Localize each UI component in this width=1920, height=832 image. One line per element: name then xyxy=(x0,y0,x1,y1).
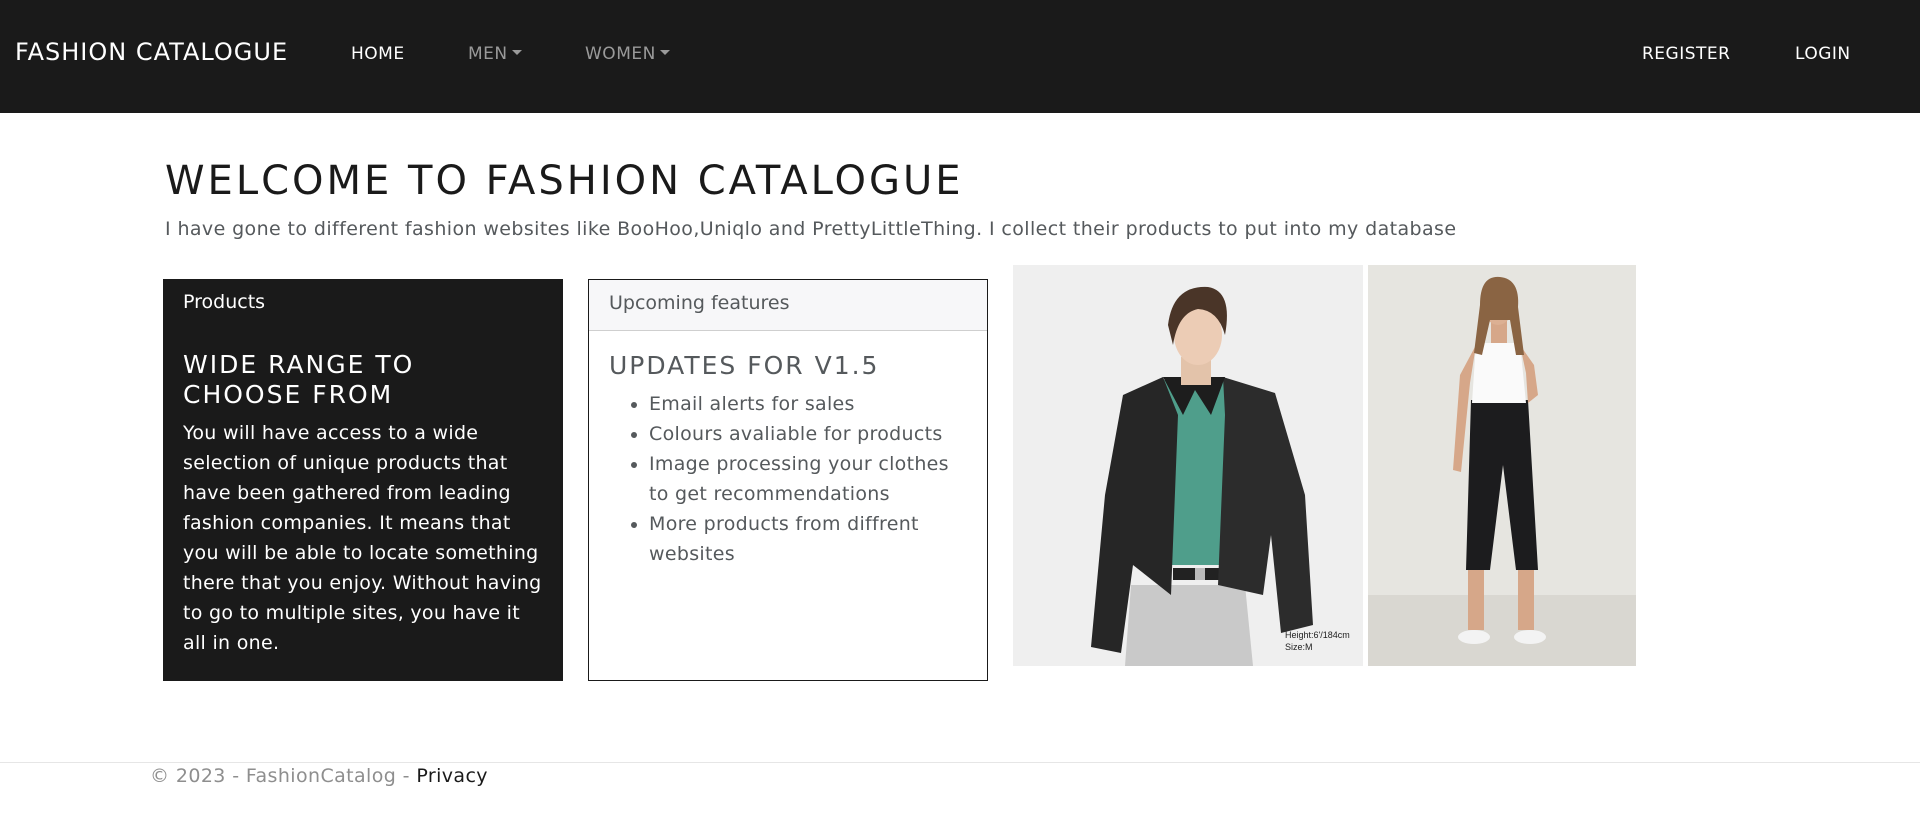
lead-text: I have gone to different fashion website… xyxy=(165,218,1457,240)
top-navbar: FASHION CATALOGUE HOME MEN WOMEN REGISTE… xyxy=(0,0,1920,113)
nav-register-link[interactable]: REGISTER xyxy=(1642,44,1730,64)
men-model-illustration: Height:6'/184cm Size:M xyxy=(1013,265,1363,666)
footer: © 2023 - FashionCatalog - Privacy xyxy=(150,765,488,787)
features-card-header: Upcoming features xyxy=(589,280,987,331)
features-list: Email alerts for sales Colours avaliable… xyxy=(609,389,967,569)
products-card-header: Products xyxy=(183,291,266,313)
nav-home-link[interactable]: HOME xyxy=(351,44,405,64)
products-card-body: WIDE RANGE TO CHOOSE FROM You will have … xyxy=(163,330,563,658)
features-card-title: UPDATES FOR V1.5 xyxy=(609,351,880,380)
chevron-down-icon xyxy=(511,50,522,55)
page-title: WELCOME TO FASHION CATALOGUE xyxy=(165,158,964,204)
nav-login-link[interactable]: LOGIN xyxy=(1795,44,1851,64)
brand-link[interactable]: FASHION CATALOGUE xyxy=(15,38,288,66)
nav-women-dropdown[interactable]: WOMEN xyxy=(585,44,670,64)
women-model-illustration xyxy=(1368,265,1636,666)
list-item: Colours avaliable for products xyxy=(649,419,967,449)
privacy-link[interactable]: Privacy xyxy=(416,765,488,787)
women-product-image xyxy=(1368,265,1636,666)
features-card: Upcoming features UPDATES FOR V1.5 Email… xyxy=(588,279,988,681)
products-card-title: WIDE RANGE TO CHOOSE FROM xyxy=(183,350,415,409)
list-item: Email alerts for sales xyxy=(649,389,967,419)
men-image-caption-size: Size:M xyxy=(1285,642,1313,652)
footer-divider xyxy=(0,762,1920,763)
men-image-caption-height: Height:6'/184cm xyxy=(1285,630,1350,640)
men-product-image: Height:6'/184cm Size:M xyxy=(1013,265,1363,666)
products-card-text: You will have access to a wide selection… xyxy=(183,422,542,654)
nav-women-label: WOMEN xyxy=(585,44,656,64)
nav-men-label: MEN xyxy=(468,44,508,64)
nav-men-dropdown[interactable]: MEN xyxy=(468,44,522,64)
chevron-down-icon xyxy=(659,50,670,55)
list-item: Image processing your clothes to get rec… xyxy=(649,449,967,509)
features-card-body: UPDATES FOR V1.5 Email alerts for sales … xyxy=(589,331,987,569)
products-card: Products WIDE RANGE TO CHOOSE FROM You w… xyxy=(163,279,563,681)
list-item: More products from diffrent websites xyxy=(649,509,967,569)
footer-copyright: © 2023 - FashionCatalog - xyxy=(150,765,417,787)
